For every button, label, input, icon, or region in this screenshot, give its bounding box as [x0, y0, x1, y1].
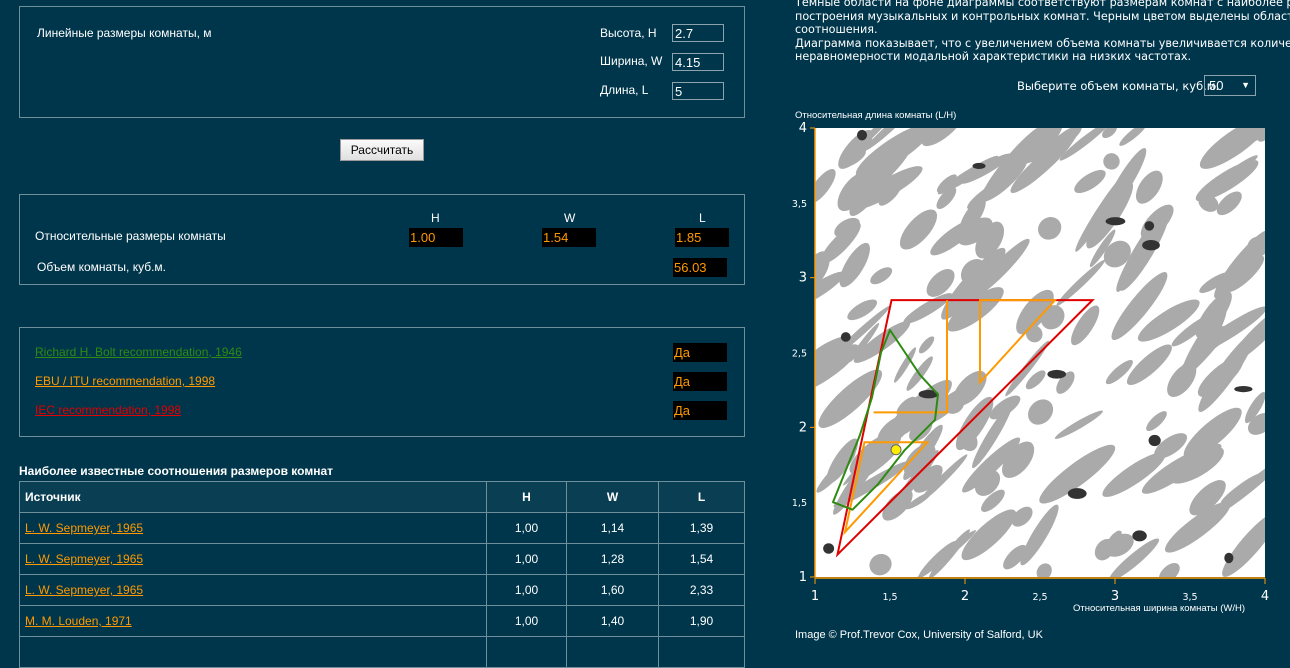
width-input[interactable]: [672, 53, 724, 71]
description-line: построения музыкальных и контрольных ком…: [795, 9, 1290, 23]
l-cell: 1,39: [658, 512, 745, 544]
table-row: L. W. Sepmeyer, 1965 1,00 1,14 1,39: [19, 512, 745, 544]
x-axis-title: Относительная ширина комнаты (W/H): [1073, 603, 1246, 614]
source-link[interactable]: L. W. Sepmeyer, 1965: [25, 583, 143, 597]
x-tick-label: 3: [1111, 589, 1119, 604]
x-tick-label: 2,5: [1032, 592, 1047, 603]
best-region: [856, 129, 868, 141]
l-cell: 1,54: [658, 543, 745, 575]
recommendations-panel: Richard H. Bolt recommendation, 1946 Да …: [19, 327, 745, 437]
ratios-table-title: Наиболее известные соотношения размеров …: [19, 464, 333, 478]
best-region: [1132, 530, 1147, 542]
best-region: [1148, 434, 1161, 447]
best-region: [1105, 217, 1126, 226]
relative-l-value: 1.85: [675, 228, 729, 247]
w-cell: 1,14: [566, 512, 659, 544]
w-cell: 1,40: [566, 605, 659, 637]
h-cell: 1,00: [486, 574, 567, 606]
header-h: H: [431, 211, 440, 225]
source-link[interactable]: M. M. Louden, 1971: [25, 614, 132, 628]
dimensions-title: Линейные размеры комнаты, м: [37, 26, 212, 40]
h-cell: 1,00: [486, 512, 567, 544]
height-input[interactable]: [672, 24, 724, 42]
volume-label: Объем комнаты, куб.м.: [37, 260, 167, 274]
w-cell: 1,60: [566, 574, 659, 606]
y-tick-label: 2,5: [792, 349, 807, 360]
source-link[interactable]: L. W. Sepmeyer, 1965: [25, 521, 143, 535]
best-region: [1234, 386, 1253, 393]
y-tick-label: 2: [799, 420, 807, 435]
volume-select[interactable]: 50 ▼: [1204, 75, 1256, 96]
y-tick-label: 1: [799, 570, 807, 585]
ratios-table: Источник H W L L. W. Sepmeyer, 1965 1,00…: [19, 481, 745, 668]
y-tick-label: 1,5: [792, 498, 807, 509]
bolt-recommendation-link[interactable]: Richard H. Bolt recommendation, 1946: [35, 345, 242, 359]
best-region: [1142, 239, 1160, 251]
iec-result: Да: [673, 401, 727, 420]
ebu-recommendation-link[interactable]: EBU / ITU recommendation, 1998: [35, 374, 215, 388]
y-tick-label: 3,5: [792, 199, 807, 210]
length-label: Длина, L: [600, 83, 649, 97]
relative-h-value: 1.00: [409, 228, 463, 247]
x-tick-label: 1,5: [882, 592, 897, 603]
col-source: Источник: [19, 481, 487, 513]
iec-recommendation-link[interactable]: IEC recommendation, 1998: [35, 403, 181, 417]
table-row: [19, 636, 745, 668]
description-line: неравномерности модальной характеристики…: [795, 50, 1192, 64]
y-tick-label: 4: [799, 121, 807, 136]
relative-label: Относительные размеры комнаты: [35, 229, 226, 243]
description-line: Диаграмма показывает, что с увеличением …: [795, 36, 1290, 50]
best-region: [1144, 221, 1155, 231]
width-label: Ширина, W: [600, 54, 663, 68]
description-line: соотношения.: [795, 23, 878, 37]
best-region: [972, 162, 986, 169]
length-input[interactable]: [672, 82, 724, 100]
chart-description: Темные области на фоне диаграммы соответ…: [795, 0, 1290, 64]
header-l: L: [699, 211, 706, 225]
l-cell: 2,33: [658, 574, 745, 606]
h-cell: 1,00: [486, 543, 567, 575]
best-region: [840, 332, 851, 342]
col-w: W: [566, 481, 659, 513]
description-line: Темные области на фоне диаграммы соответ…: [795, 0, 1290, 9]
relative-panel: H W L Относительные размеры комнаты 1.00…: [19, 194, 745, 285]
w-cell: 1,28: [566, 543, 659, 575]
best-region: [1224, 552, 1234, 564]
volume-value: 56.03: [673, 258, 727, 277]
room-point: [890, 444, 902, 456]
x-tick-label: 2: [961, 589, 969, 604]
dimensions-panel: Линейные размеры комнаты, м Высота, H Ши…: [19, 6, 745, 118]
image-credit: Image © Prof.Trevor Cox, University of S…: [795, 629, 1043, 641]
ebu-result: Да: [673, 372, 727, 391]
table-row: L. W. Sepmeyer, 1965 1,00 1,28 1,54: [19, 543, 745, 575]
relative-w-value: 1.54: [542, 228, 596, 247]
x-tick-label: 1: [811, 589, 819, 604]
y-tick-label: 3: [799, 271, 807, 286]
x-tick-label: 4: [1261, 589, 1269, 604]
h-cell: 1,00: [486, 605, 567, 637]
l-cell: 1,90: [658, 605, 745, 637]
col-h: H: [486, 481, 567, 513]
best-region: [823, 543, 835, 554]
bolt-result: Да: [673, 343, 727, 362]
calculate-button[interactable]: Рассчитать: [340, 139, 424, 161]
x-tick-label: 3,5: [1182, 592, 1197, 603]
table-row: L. W. Sepmeyer, 1965 1,00 1,60 2,33: [19, 574, 745, 606]
source-link[interactable]: L. W. Sepmeyer, 1965: [25, 552, 143, 566]
height-label: Высота, H: [600, 26, 657, 40]
volume-select-label: Выберите объем комнаты, куб.м.: [1017, 79, 1220, 93]
col-l: L: [658, 481, 745, 513]
chevron-down-icon: ▼: [1241, 80, 1250, 90]
header-w: W: [564, 211, 576, 225]
table-row: M. M. Louden, 1971 1,00 1,40 1,90: [19, 605, 745, 637]
best-region: [1067, 488, 1087, 499]
best-region: [1047, 369, 1067, 379]
room-ratio-chart: 1 1,5 2 2,5 3 3,5 4 1 1,5 2 2,5 3 3,5 4: [792, 121, 1269, 604]
volume-select-value: 50: [1209, 78, 1224, 93]
table-header-row: Источник H W L: [19, 481, 745, 513]
